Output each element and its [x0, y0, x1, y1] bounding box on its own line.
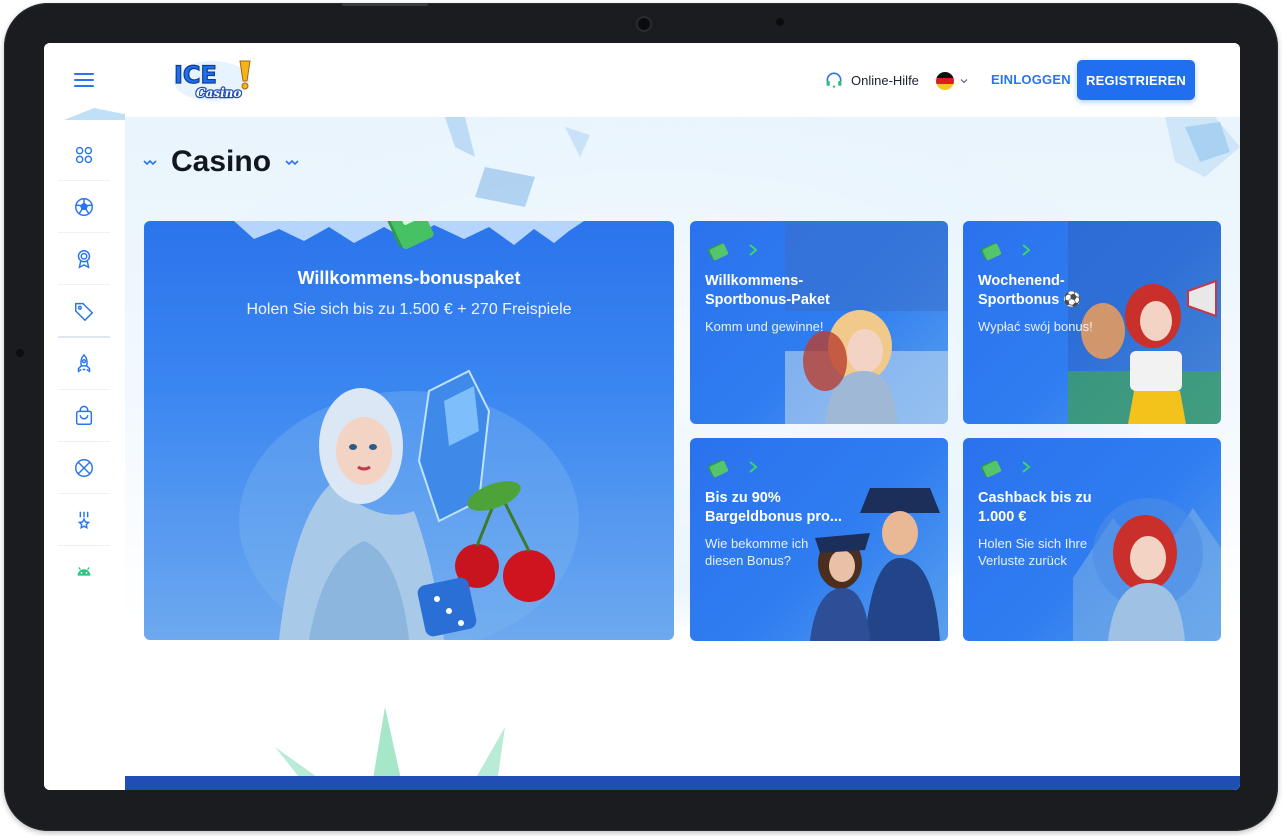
android-icon: [77, 566, 91, 576]
grid-icon: [75, 146, 93, 163]
promo-card-cashback[interactable]: Cashback bis zu 1.000 € Holen Sie sich I…: [963, 438, 1221, 641]
money-stack-icon: [707, 460, 729, 478]
sidebar-item-sport[interactable]: [58, 181, 110, 233]
ice-casino-logo[interactable]: ICE Casino: [170, 55, 260, 103]
menu-icon[interactable]: [74, 73, 94, 87]
wave-right-icon: [285, 159, 299, 166]
chevron-right-icon: [749, 244, 758, 256]
main-content: Casino Willkommens-bonuspaket Holen Sie …: [125, 117, 1240, 790]
online-help-label: Online-Hilfe: [851, 72, 919, 88]
promo-title: Cashback bis zu 1.000 €: [978, 490, 1092, 525]
promo-card-sport-welcome[interactable]: Willkommens-Sportbonus-Paket Komm und ge…: [690, 221, 948, 424]
promo-subtitle: Wie bekomme ich diesen Bonus?: [705, 536, 809, 568]
promo-title: Bis zu 90% Bargeldbonus pro...: [705, 490, 842, 525]
promo-subtitle: Holen Sie sich Ihre Verluste zurück: [978, 536, 1088, 568]
wave-left-icon: [143, 159, 157, 166]
chevron-right-icon: [1022, 244, 1031, 256]
chevron-down-icon: [960, 79, 968, 84]
headset-icon: [826, 72, 842, 88]
money-stack-icon: [707, 243, 729, 261]
register-button[interactable]: REGISTRIEREN: [1077, 60, 1195, 100]
promo-subtitle: Wypłać swój bonus!: [978, 319, 1093, 334]
sensor-icon: [776, 18, 784, 26]
promo-title: Willkommens-Sportbonus-Paket: [705, 273, 830, 308]
promo-card-weekend-sport[interactable]: Wochenend-Sportbonus ⚽ Wypłać swój bonus…: [963, 221, 1221, 424]
online-help-button[interactable]: Online-Hilfe: [824, 70, 919, 90]
sidebar-item-shop[interactable]: [58, 390, 110, 442]
sidebar-item-vip[interactable]: [58, 494, 110, 546]
top-header: ICE Casino Online-Hilfe EINLOGGEN REGIST…: [125, 43, 1240, 117]
rocket-icon: [77, 353, 91, 373]
sidebar: [44, 43, 284, 790]
sidebar-item-crash-games[interactable]: [58, 338, 110, 390]
tennis-ball-icon: [75, 458, 93, 477]
logo-text-ice: ICE: [174, 61, 217, 89]
star-medal-icon: [77, 511, 91, 529]
section-header: Casino: [143, 145, 299, 179]
shopping-bag-icon: [75, 405, 93, 425]
promo-card-cash-bonus[interactable]: Bis zu 90% Bargeldbonus pro... Wie bekom…: [690, 438, 948, 641]
promo-subtitle: Holen Sie sich bis zu 1.500 € + 270 Frei…: [246, 301, 572, 318]
money-stack-icon: [980, 460, 1002, 478]
tablet-button: [342, 3, 428, 6]
login-button[interactable]: EINLOGGEN: [991, 72, 1071, 87]
money-stack-icon: [384, 221, 434, 249]
award-ribbon-icon: [77, 249, 91, 269]
de-flag-icon: [936, 72, 954, 90]
sidebar-item-promotions[interactable]: [58, 285, 110, 336]
ice-crystal-decoration: [1165, 117, 1240, 177]
sidebar-item-live[interactable]: [58, 442, 110, 494]
promo-card-welcome-bonus[interactable]: Willkommens-bonuspaket Holen Sie sich bi…: [144, 221, 674, 640]
money-stack-icon: [980, 243, 1002, 261]
sidebar-item-casino[interactable]: [58, 129, 110, 181]
ice-shards-decoration: [445, 117, 590, 207]
chevron-right-icon: [1022, 461, 1031, 473]
chevron-right-icon: [749, 461, 758, 473]
language-selector[interactable]: [936, 72, 968, 90]
camera-icon: [638, 18, 650, 30]
footer-bar: [125, 776, 1240, 790]
page-title: Casino: [171, 145, 272, 178]
side-sensor: [16, 349, 24, 357]
promo-title: Wochenend-Sportbonus ⚽: [978, 273, 1082, 308]
logo-text-casino: Casino: [196, 86, 241, 100]
tag-icon: [75, 302, 94, 321]
soccer-ball-icon: [75, 197, 93, 216]
promo-title: Willkommens-bonuspaket: [297, 268, 521, 288]
sidebar-item-android-app[interactable]: [58, 546, 110, 597]
sidebar-nav: [58, 129, 110, 597]
ice-queen-illustration: [239, 369, 579, 640]
screen: ICE Casino Online-Hilfe EINLOGGEN REGIST…: [44, 43, 1240, 790]
sidebar-item-tournaments[interactable]: [58, 233, 110, 285]
promo-subtitle: Komm und gewinne!: [705, 319, 824, 334]
